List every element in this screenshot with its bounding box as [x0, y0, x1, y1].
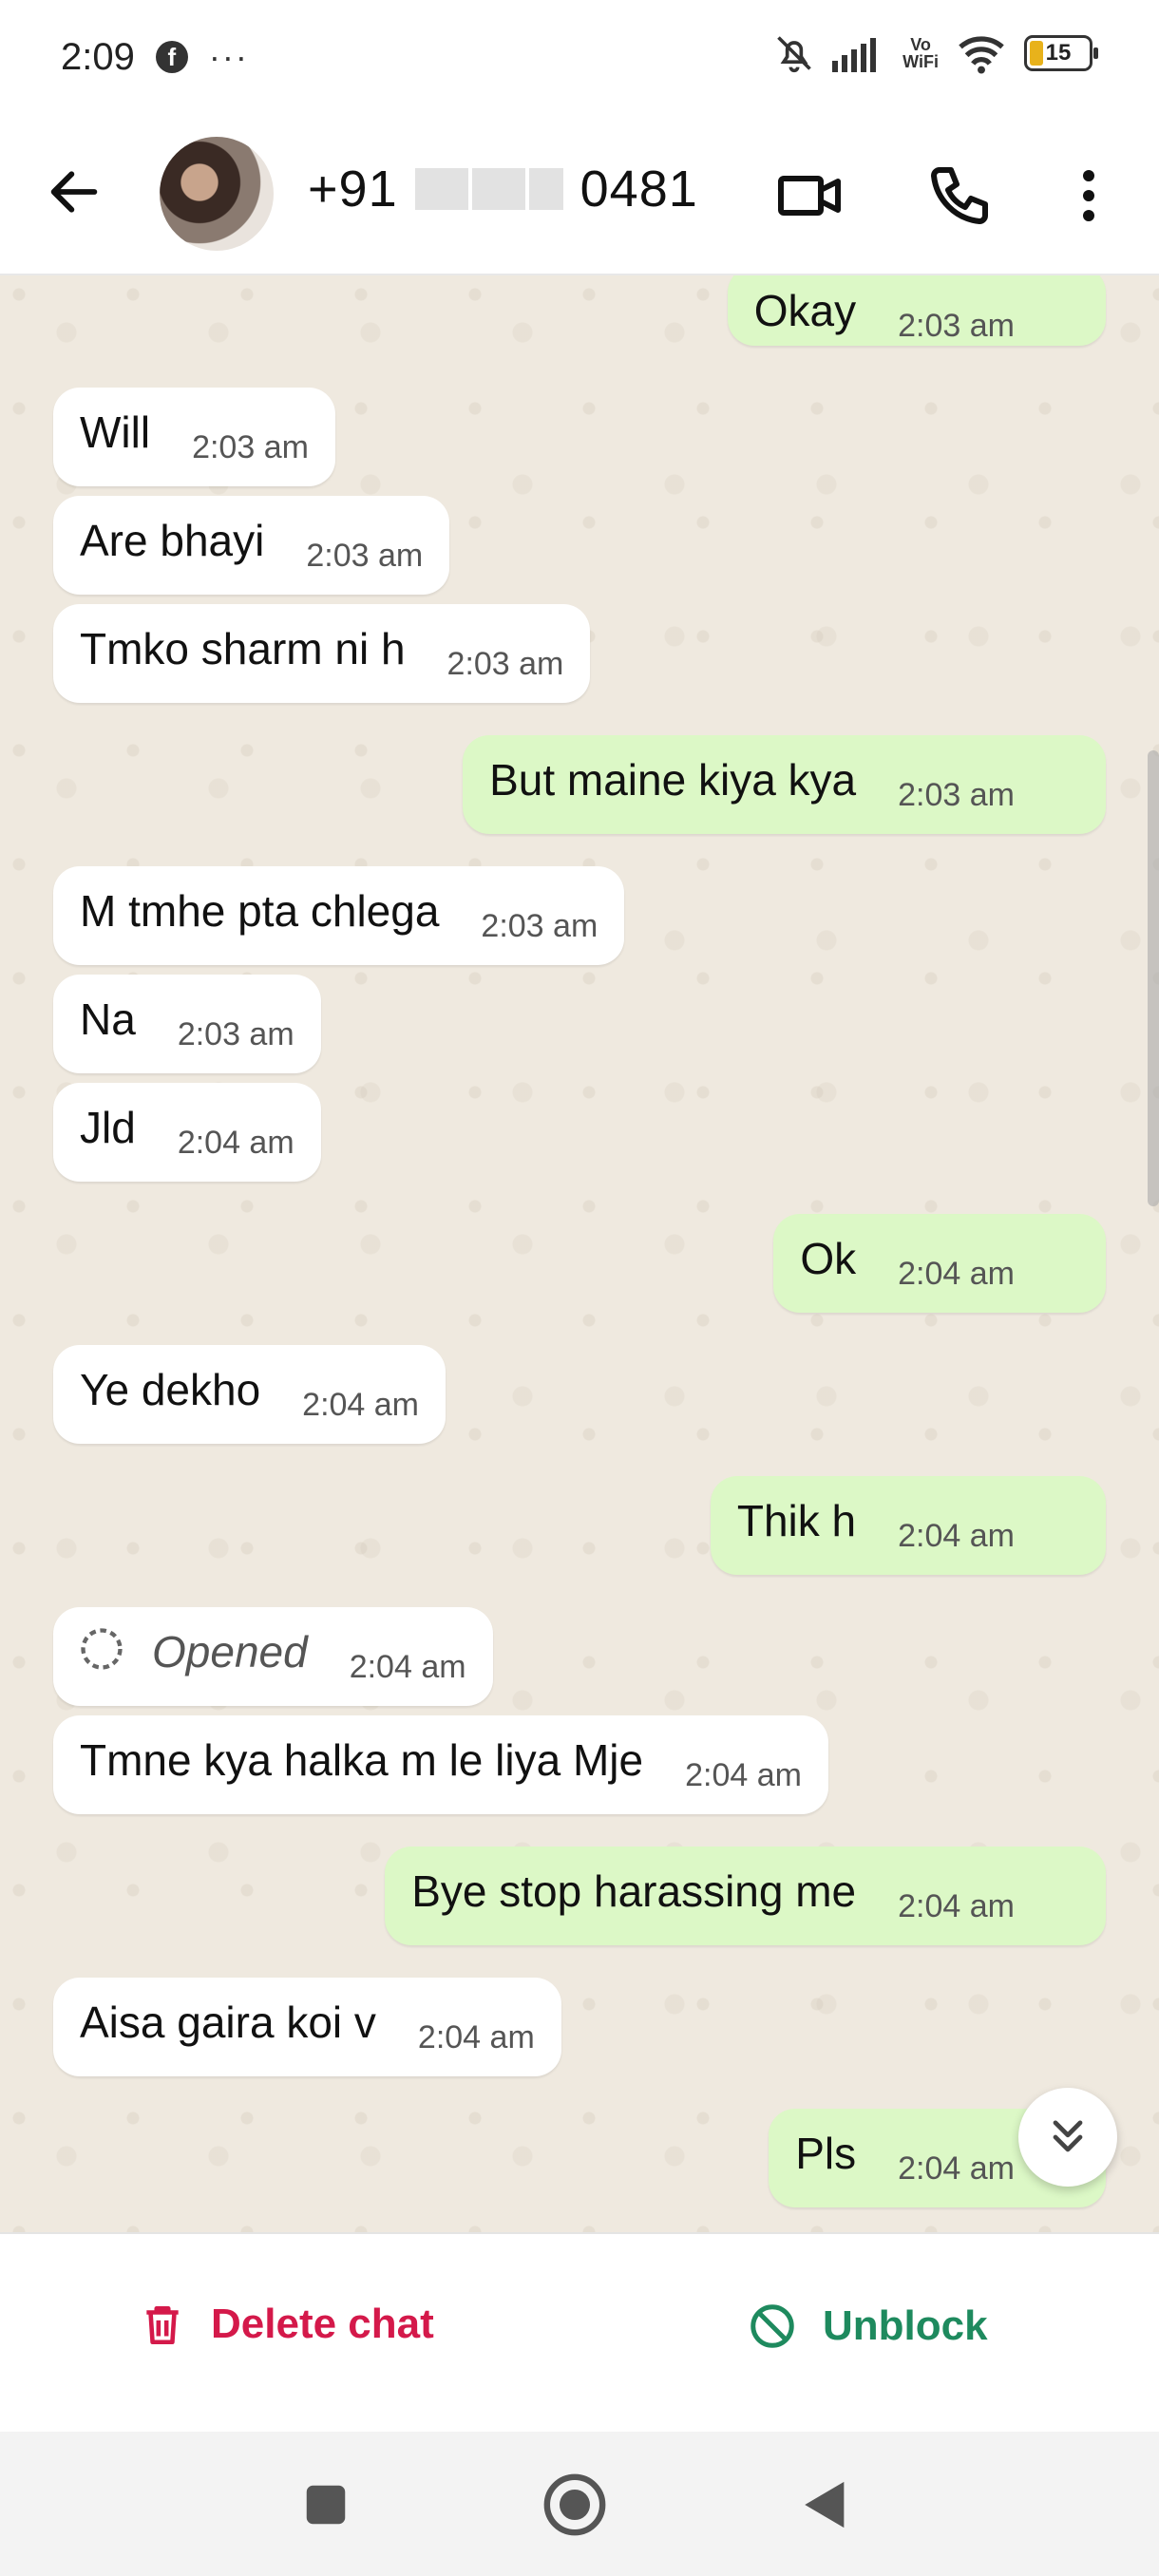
redacted-digits [471, 168, 525, 210]
message-incoming[interactable]: Jld 2:04 am [53, 1083, 321, 1182]
redacted-digits [414, 168, 468, 210]
redacted-digits [528, 168, 563, 210]
more-notifications-icon: ··· [208, 37, 249, 76]
message-text: Okay [753, 286, 857, 335]
double-check-icon [1028, 1847, 1079, 1881]
message-incoming-view-once[interactable]: Opened 2:04 am [53, 1607, 493, 1706]
message-incoming[interactable]: Are bhayi 2:03 am [53, 496, 450, 595]
message-time: 2:04 am [685, 1757, 802, 1793]
back-arrow-icon[interactable] [44, 161, 104, 222]
message-time: 2:03 am [481, 908, 598, 944]
message-text: Are bhayi [80, 516, 265, 565]
message-text: Thik h [736, 1496, 857, 1545]
vowifi-top: Vo [910, 35, 931, 54]
battery-level: 15 [1045, 40, 1072, 66]
message-outgoing[interactable]: But maine kiya kya 2:03 am [463, 735, 1106, 834]
message-text: Tmko sharm ni h [80, 624, 406, 673]
message-text: Bye stop harassing me [411, 1866, 857, 1916]
message-text: Jld [80, 1103, 136, 1152]
message-incoming[interactable]: Will 2:03 am [53, 388, 335, 486]
message-text: Pls [795, 2129, 857, 2178]
message-text: Ok [800, 1234, 857, 1283]
trash-icon [146, 2306, 179, 2345]
unblock-label: Unblock [823, 2302, 988, 2349]
message-incoming[interactable]: Aisa gaira koi v 2:04 am [53, 1978, 561, 2076]
message-time: 2:03 am [192, 429, 309, 465]
message-text: Opened [152, 1627, 308, 1676]
view-once-opened-icon [81, 1628, 123, 1670]
contact-suffix: 0481 [580, 161, 698, 218]
message-time: 2:03 am [898, 308, 1015, 344]
message-time: 2:03 am [446, 646, 564, 682]
recents-square-icon[interactable] [300, 2479, 352, 2530]
message-time: 2:04 am [898, 1888, 1015, 1924]
mute-bell-icon [777, 36, 811, 73]
signal-icon [832, 38, 877, 72]
message-text: M tmhe pta chlega [80, 886, 440, 936]
contact-prefix: +91 [308, 161, 398, 218]
message-incoming[interactable]: M tmhe pta chlega 2:03 am [53, 866, 625, 965]
double-check-icon [1028, 735, 1079, 769]
back-triangle-icon[interactable] [798, 2475, 853, 2534]
message-time: 2:04 am [302, 1387, 420, 1423]
more-vert-icon[interactable] [1054, 161, 1123, 230]
message-text: Na [80, 994, 136, 1044]
message-text: Aisa gaira koi v [80, 1998, 376, 2047]
chat-header: +91 0481 [0, 114, 1159, 275]
message-text: Tmne kya halka m le liya Mje [80, 1735, 644, 1785]
status-bar: 2:09 f ··· Vo WiFi 15 [0, 0, 1159, 114]
message-time: 2:04 am [898, 1256, 1015, 1292]
vowifi-bottom: WiFi [902, 52, 939, 71]
double-check-icon [1028, 275, 1079, 300]
message-time: 2:03 am [306, 538, 424, 574]
message-time: 2:03 am [898, 777, 1015, 813]
message-text: Will [80, 407, 151, 457]
message-time: 2:04 am [898, 1518, 1015, 1554]
message-incoming[interactable]: Tmne kya halka m le liya Mje 2:04 am [53, 1715, 828, 1814]
status-left: 2:09 f ··· [61, 36, 249, 79]
chat-area[interactable]: Okay 2:03 am Will 2:03 am Are bhayi 2:03… [0, 275, 1159, 2232]
vowifi-indicator: Vo WiFi [902, 36, 939, 70]
message-time: 2:03 am [177, 1016, 294, 1052]
message-text: Ye dekho [80, 1365, 261, 1414]
message-time: 2:04 am [898, 2150, 1015, 2187]
status-time: 2:09 [61, 35, 135, 78]
home-circle-icon[interactable] [542, 2472, 608, 2538]
message-outgoing[interactable]: Thik h 2:04 am [710, 1476, 1106, 1575]
battery-indicator: 15 [1024, 35, 1098, 71]
message-time: 2:04 am [417, 2019, 535, 2055]
status-right: Vo WiFi 15 [773, 32, 1098, 74]
message-text: But maine kiya kya [489, 755, 857, 805]
unblock-button[interactable]: Unblock [747, 2301, 988, 2352]
message-outgoing[interactable]: Okay 2:03 am [727, 275, 1106, 346]
double-check-icon [1028, 1214, 1079, 1248]
system-navigation-bar [0, 2432, 1159, 2576]
contact-name[interactable]: +91 0481 [308, 160, 698, 218]
block-icon [750, 2304, 794, 2348]
message-outgoing[interactable]: Ok 2:04 am [773, 1214, 1106, 1313]
double-check-icon [1028, 1476, 1079, 1510]
facebook-notification-icon: f [155, 41, 188, 73]
message-outgoing[interactable]: Bye stop harassing me 2:04 am [385, 1847, 1106, 1945]
message-incoming[interactable]: Na 2:03 am [53, 975, 321, 1073]
delete-chat-button[interactable]: Delete chat [139, 2301, 434, 2348]
video-call-icon[interactable] [775, 161, 844, 230]
message-time: 2:04 am [349, 1649, 466, 1685]
chat-scrollbar[interactable] [1148, 750, 1159, 1206]
contact-avatar[interactable] [160, 137, 274, 251]
message-incoming[interactable]: Tmko sharm ni h 2:03 am [53, 604, 591, 703]
double-chevron-down-icon [1053, 2120, 1083, 2152]
wifi-icon [959, 36, 1004, 74]
delete-chat-label: Delete chat [211, 2301, 434, 2347]
phone-icon[interactable] [925, 161, 994, 230]
message-time: 2:04 am [177, 1125, 294, 1161]
message-incoming[interactable]: Ye dekho 2:04 am [53, 1345, 446, 1444]
scroll-to-bottom-button[interactable] [1018, 2088, 1117, 2187]
blocked-contact-action-bar: Delete chat Unblock [0, 2232, 1159, 2432]
